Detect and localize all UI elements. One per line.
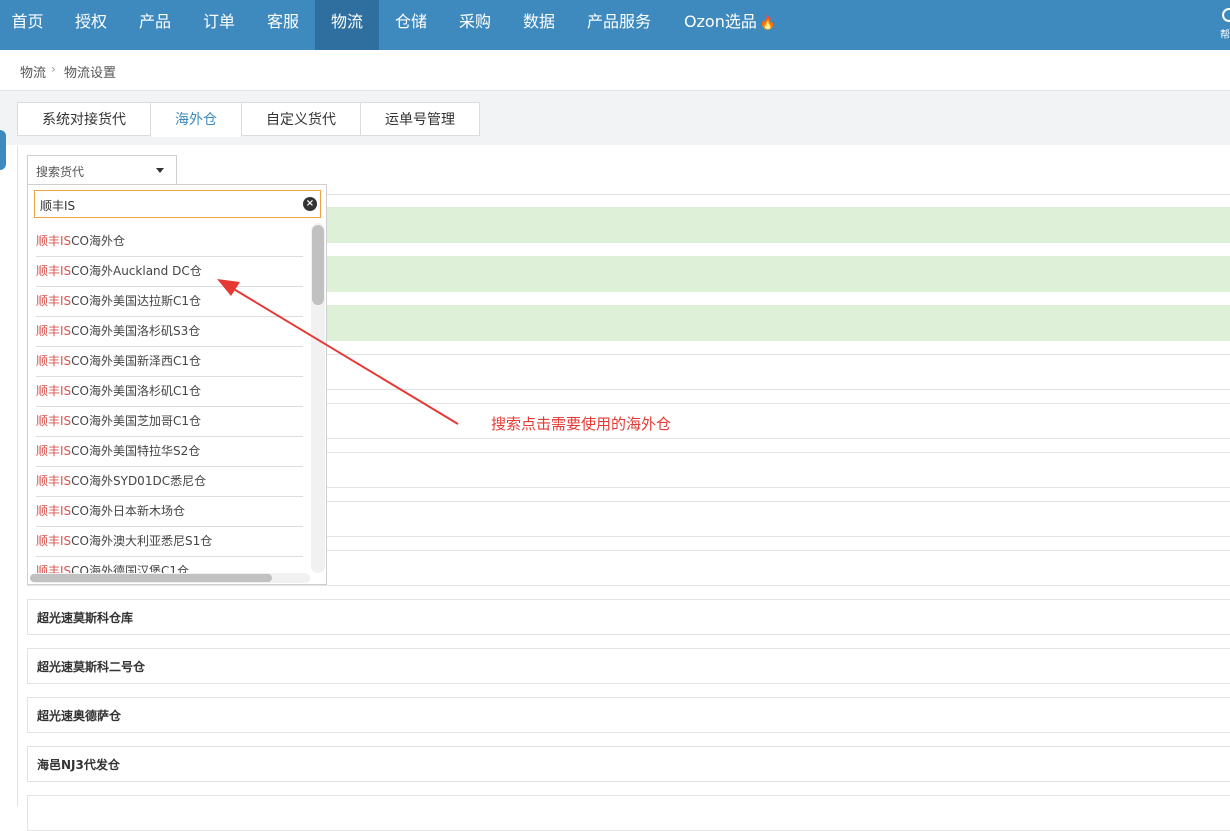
annotation-text: 搜索点击需要使用的海外仓 [491, 415, 672, 433]
annotation-arrow-icon [217, 279, 459, 425]
warehouse-row[interactable] [27, 795, 1230, 831]
